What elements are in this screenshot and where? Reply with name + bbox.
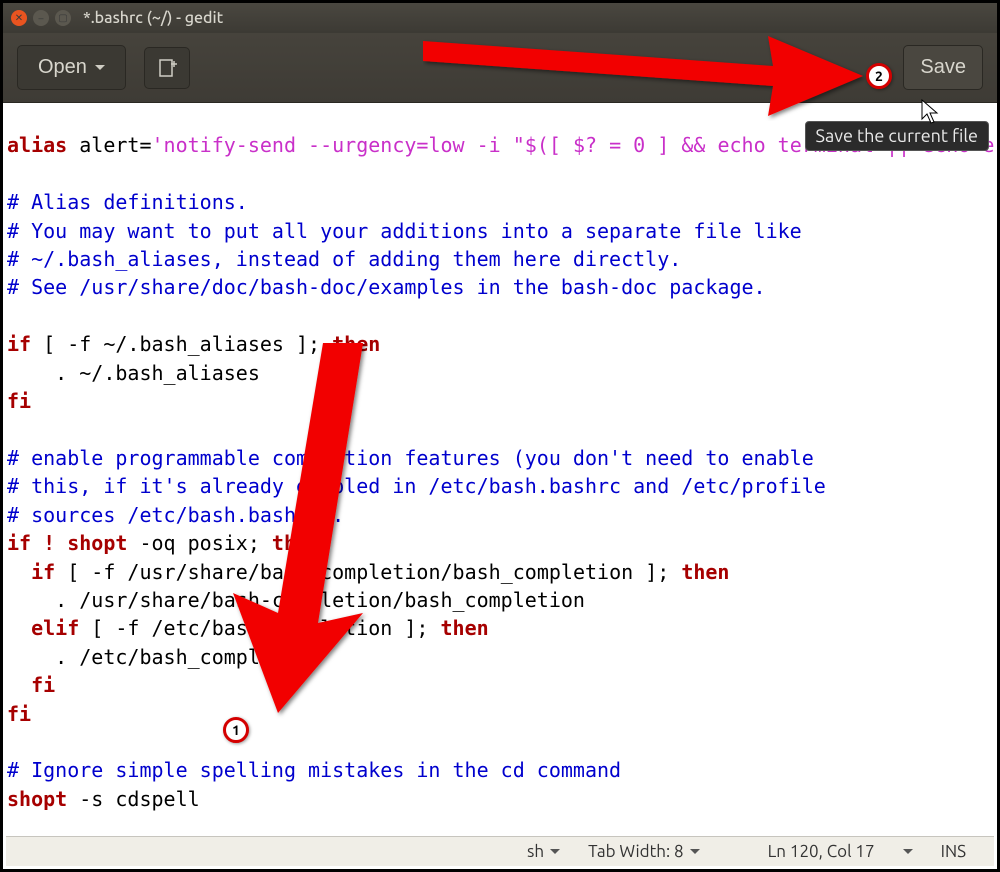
cursor-indicator-selector[interactable] (889, 849, 927, 854)
code-token: [ -f /usr/share/bash-completion/bash_com… (67, 560, 681, 584)
code-token: . /etc/bash_completion (7, 645, 320, 669)
new-document-icon (157, 58, 177, 78)
code-token: alert= (67, 133, 151, 157)
chevron-down-icon (690, 849, 700, 854)
code-token: then (681, 560, 729, 584)
code-token: -s cdspell (67, 787, 199, 811)
code-token: . /usr/share/bash-completion/bash_comple… (7, 588, 585, 612)
code-token: if (7, 560, 67, 584)
chevron-down-icon (95, 65, 105, 70)
chevron-down-icon (903, 849, 913, 854)
maximize-window-button[interactable]: ▢ (55, 10, 71, 26)
title-bar: ✕ – ▢ *.bashrc (~/) - gedit (3, 3, 997, 33)
code-token: if ! shopt (7, 531, 127, 555)
code-token: fi (7, 389, 31, 413)
insert-mode[interactable]: INS (927, 842, 980, 861)
language-selector[interactable]: sh (513, 842, 574, 861)
code-token: then (332, 332, 380, 356)
cursor-position: Ln 120, Col 17 (754, 842, 889, 861)
window-controls: ✕ – ▢ (11, 10, 71, 26)
minimize-window-button[interactable]: – (33, 10, 49, 26)
code-token: [ -f ~/.bash_aliases ]; (43, 332, 332, 356)
save-button-label: Save (920, 56, 966, 79)
text-editor-area[interactable]: alias alert='notify-send --urgency=low -… (3, 103, 997, 825)
language-label: sh (527, 842, 544, 861)
header-toolbar: Open Save (3, 33, 997, 103)
code-token: alias (7, 133, 67, 157)
insert-mode-label: INS (941, 842, 966, 861)
window-title: *.bashrc (~/) - gedit (83, 9, 223, 27)
open-button[interactable]: Open (17, 45, 126, 90)
close-window-button[interactable]: ✕ (11, 10, 27, 26)
code-token: then (272, 531, 320, 555)
tab-width-selector[interactable]: Tab Width: 8 (574, 842, 714, 861)
code-token: elif (7, 616, 91, 640)
save-button[interactable]: Save (903, 45, 983, 90)
open-button-label: Open (38, 56, 87, 79)
status-bar: sh Tab Width: 8 Ln 120, Col 17 INS (6, 836, 994, 866)
code-token: fi (7, 702, 31, 726)
code-token: fi (7, 673, 55, 697)
code-comment: # Ignore simple spelling mistakes in the… (7, 758, 621, 782)
save-tooltip: Save the current file (805, 121, 989, 151)
code-comment: # enable programmable completion feature… (7, 446, 826, 527)
code-token: then (441, 616, 489, 640)
chevron-down-icon (550, 849, 560, 854)
cursor-position-label: Ln 120, Col 17 (768, 842, 875, 861)
tab-width-label: Tab Width: 8 (588, 842, 684, 861)
code-token: shopt (7, 787, 67, 811)
code-token: . ~/.bash_aliases (7, 361, 260, 385)
code-token: [ -f /etc/bash_completion ]; (91, 616, 440, 640)
code-token: if (7, 332, 43, 356)
tooltip-text: Save the current file (816, 126, 978, 146)
new-tab-button[interactable] (144, 47, 190, 89)
code-token: -oq posix; (127, 531, 272, 555)
code-comment: # Alias definitions. # You may want to p… (7, 190, 802, 299)
